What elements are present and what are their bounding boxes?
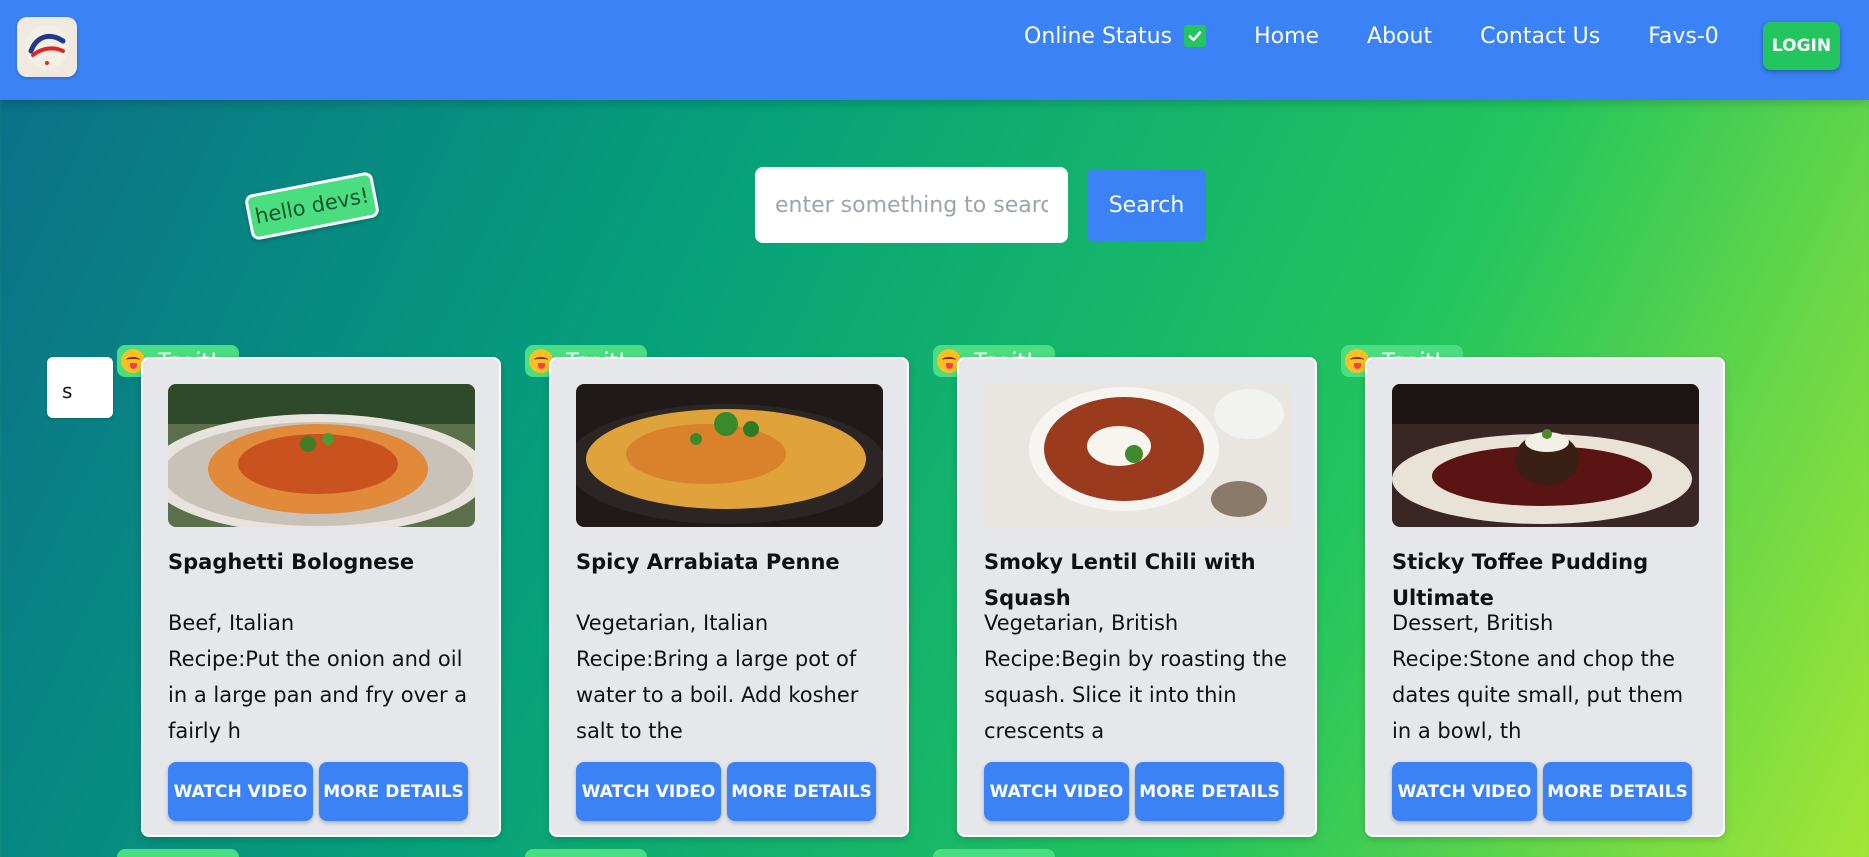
next-row-badge [525, 849, 647, 857]
online-status-label: Online Status [1024, 23, 1173, 49]
app-logo[interactable] [17, 17, 77, 77]
check-icon [1184, 25, 1207, 47]
next-row-badge [933, 849, 1055, 857]
nav-contact-link[interactable]: Contact Us [1480, 24, 1600, 49]
navbar: Online Status Home About Contact Us Favs… [0, 0, 1869, 100]
recipe-title: Spicy Arrabiata Penne [576, 550, 840, 574]
recipe-category: Vegetarian, British [984, 611, 1179, 635]
recipe-category: Vegetarian, Italian [576, 611, 769, 635]
more-details-button[interactable]: MORE DETAILS [1135, 762, 1284, 821]
nav-about-link[interactable]: About [1367, 24, 1432, 49]
recipe-info: Beef, Italian Recipe:Put the onion and o… [168, 605, 478, 749]
recipe-info: Vegetarian, Italian Recipe:Bring a large… [576, 605, 886, 749]
recipe-image [168, 384, 475, 527]
more-details-button[interactable]: MORE DETAILS [1543, 762, 1692, 821]
recipe-category: Dessert, British [1392, 611, 1554, 635]
nav-home-link[interactable]: Home [1254, 24, 1319, 49]
hello-sticker: hello devs! [243, 171, 381, 241]
recipe-image [984, 384, 1291, 527]
nav-favs-link[interactable]: Favs-0 [1648, 24, 1719, 49]
more-details-button[interactable]: MORE DETAILS [319, 762, 468, 821]
search-button[interactable]: Search [1087, 169, 1206, 241]
next-row-badge [117, 849, 239, 857]
watch-video-button[interactable]: WATCH VIDEO [576, 762, 721, 821]
recipe-info: Vegetarian, British Recipe:Begin by roas… [984, 605, 1294, 749]
recipe-card: Sticky Toffee Pudding Ultimate Dessert, … [1365, 357, 1725, 837]
online-status: Online Status [1024, 23, 1207, 49]
logo-icon [25, 25, 69, 69]
recipe-card: Spicy Arrabiata Penne Vegetarian, Italia… [549, 357, 909, 837]
recipe-snippet: Recipe:Put the onion and oil in a large … [168, 647, 468, 743]
nav-links: Online Status Home About Contact Us Favs… [1024, 20, 1767, 52]
recipe-image [576, 384, 883, 527]
side-input[interactable]: s [47, 357, 113, 418]
recipe-category: Beef, Italian [168, 611, 295, 635]
login-button[interactable]: LOGIN [1763, 22, 1840, 70]
recipe-card: Spaghetti Bolognese Beef, Italian Recipe… [141, 357, 501, 837]
recipe-card: Smoky Lentil Chili with Squash Vegetaria… [957, 357, 1317, 837]
recipe-snippet: Recipe:Bring a large pot of water to a b… [576, 647, 859, 743]
watch-video-button[interactable]: WATCH VIDEO [168, 762, 313, 821]
search-input[interactable] [755, 167, 1068, 243]
recipe-snippet: Recipe:Begin by roasting the squash. Sli… [984, 647, 1287, 743]
watch-video-button[interactable]: WATCH VIDEO [1392, 762, 1537, 821]
watch-video-button[interactable]: WATCH VIDEO [984, 762, 1129, 821]
recipe-image [1392, 384, 1699, 527]
recipe-snippet: Recipe:Stone and chop the dates quite sm… [1392, 647, 1684, 743]
recipe-info: Dessert, British Recipe:Stone and chop t… [1392, 605, 1702, 749]
recipe-title: Spaghetti Bolognese [168, 550, 415, 574]
more-details-button[interactable]: MORE DETAILS [727, 762, 876, 821]
